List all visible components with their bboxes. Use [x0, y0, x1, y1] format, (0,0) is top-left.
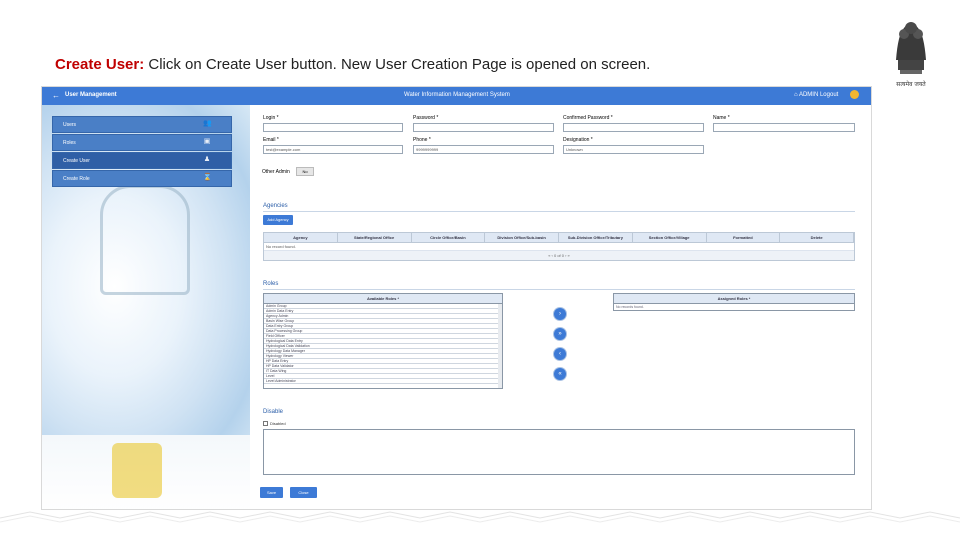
name-field: Name *: [713, 115, 855, 132]
roles-title: Roles: [263, 281, 279, 287]
help-icon[interactable]: [850, 90, 859, 99]
other-admin-toggle[interactable]: No: [296, 167, 314, 176]
top-bar: ← User Management Water Information Mana…: [42, 87, 871, 105]
designation-field: Designation * Unknown: [563, 137, 704, 154]
caption-text: Click on Create User button. New User Cr…: [144, 56, 651, 73]
sidebar-item-create-role[interactable]: Create Role ⌛: [52, 170, 232, 187]
sidebar-item-users[interactable]: Users 👥: [52, 116, 232, 133]
column-header[interactable]: State/Regional Office: [338, 233, 412, 242]
list-scrollbar[interactable]: [498, 304, 502, 388]
email-input[interactable]: test@example.com: [263, 145, 403, 154]
agencies-divider: [263, 211, 855, 212]
email-label: Email *: [263, 137, 279, 143]
sidebar-item-label: Users: [63, 122, 77, 128]
name-input[interactable]: [713, 123, 855, 132]
other-admin-field: Other Admin No: [262, 167, 314, 176]
meter-image: [112, 443, 162, 498]
disable-title: Disable: [263, 409, 284, 415]
assigned-roles-list: Assigned Roles * No records found.: [613, 293, 855, 311]
home-icon[interactable]: ⌂: [794, 92, 798, 98]
add-agency-button[interactable]: Add Agency: [263, 215, 293, 225]
disable-panel: [263, 429, 855, 475]
disabled-checkbox[interactable]: Disabled: [263, 421, 286, 427]
login-input[interactable]: [263, 123, 403, 132]
caption-lead: Create User:: [55, 56, 145, 73]
column-header[interactable]: Section Office/Village: [633, 233, 707, 242]
column-header[interactable]: Division Office/Sub-basin: [485, 233, 559, 242]
sidebar-item-label: Roles: [63, 140, 76, 146]
column-header[interactable]: Sub-Division Office/Tributary: [559, 233, 633, 242]
designation-select[interactable]: Unknown: [563, 145, 704, 154]
other-admin-label: Other Admin: [262, 169, 290, 175]
users-icon: 👥: [203, 120, 212, 127]
background-lower: [42, 435, 250, 509]
create-role-icon: ⌛: [203, 174, 212, 181]
name-label: Name *: [713, 115, 730, 121]
password-field: Password *: [413, 115, 554, 132]
column-header[interactable]: Circle Office/Basin: [412, 233, 486, 242]
sidebar-item-roles[interactable]: Roles ▣: [52, 134, 232, 151]
column-header[interactable]: Agency: [264, 233, 338, 242]
password-input[interactable]: [413, 123, 554, 132]
faucet-image: [100, 185, 190, 295]
phone-input[interactable]: 9999999999: [413, 145, 554, 154]
user-logout[interactable]: ⌂ ADMIN Logout: [794, 92, 838, 98]
empty-message: No record found.: [264, 243, 854, 251]
move-right-button[interactable]: ›: [554, 308, 566, 320]
sidebar-item-label: Create Role: [63, 176, 90, 182]
designation-label: Designation *: [563, 137, 593, 143]
confirm-password-field: Confirmed Password *: [563, 115, 704, 132]
roles-divider: [263, 289, 855, 290]
agencies-table: Agency State/Regional Office Circle Offi…: [263, 232, 855, 261]
login-field: Login *: [263, 115, 403, 132]
assigned-roles-header: Assigned Roles *: [614, 294, 854, 304]
save-button[interactable]: Save: [260, 487, 283, 498]
move-all-right-button[interactable]: »: [554, 328, 566, 340]
confirm-password-input[interactable]: [563, 123, 704, 132]
login-label: Login *: [263, 115, 279, 121]
bottom-decoration: [0, 511, 960, 523]
disabled-label: Disabled: [270, 421, 286, 426]
column-header[interactable]: Delete: [780, 233, 854, 242]
phone-label: Phone *: [413, 137, 431, 143]
phone-field: Phone * 9999999999: [413, 137, 554, 154]
app-window: ← User Management Water Information Mana…: [41, 86, 872, 510]
slide: Create User: Click on Create User button…: [0, 0, 960, 540]
module-title: User Management: [65, 92, 117, 98]
user-logout-text[interactable]: ADMIN Logout: [799, 92, 838, 98]
available-roles-header: Available Roles *: [264, 294, 502, 304]
email-field: Email * test@example.com: [263, 137, 403, 154]
slide-caption: Create User: Click on Create User button…: [55, 56, 650, 73]
sidebar: Users 👥 Roles ▣ Create User ♟ Create Rol…: [52, 116, 232, 188]
column-header[interactable]: Formatted: [707, 233, 781, 242]
available-roles-list: Available Roles * Admin Group Admin Data…: [263, 293, 503, 389]
checkbox-box[interactable]: [263, 421, 268, 427]
password-label: Password *: [413, 115, 439, 121]
empty-message: No records found.: [616, 305, 644, 309]
sidebar-item-create-user[interactable]: Create User ♟: [52, 152, 232, 169]
back-arrow-icon[interactable]: ←: [52, 92, 60, 100]
available-roles-items: Admin Group Admin Data Entry Agency Admi…: [264, 304, 502, 388]
confirm-password-label: Confirmed Password *: [563, 115, 613, 121]
table-pager[interactable]: « ‹ 0 of 0 › »: [264, 251, 854, 260]
agencies-title: Agencies: [263, 203, 288, 209]
national-emblem-icon: सत्यमेव जयते: [886, 14, 936, 90]
emblem-motto: सत्यमेव जयते: [896, 81, 926, 88]
move-all-left-button[interactable]: «: [554, 368, 566, 380]
sidebar-item-label: Create User: [63, 158, 90, 164]
roles-icon: ▣: [203, 138, 211, 145]
system-title: Water Information Management System: [404, 92, 510, 98]
create-user-icon: ♟: [203, 156, 211, 163]
move-left-button[interactable]: ‹: [554, 348, 566, 360]
agencies-table-header: Agency State/Regional Office Circle Offi…: [264, 233, 854, 243]
close-button[interactable]: Close: [290, 487, 317, 498]
list-item[interactable]: Level Administrator: [264, 379, 500, 384]
